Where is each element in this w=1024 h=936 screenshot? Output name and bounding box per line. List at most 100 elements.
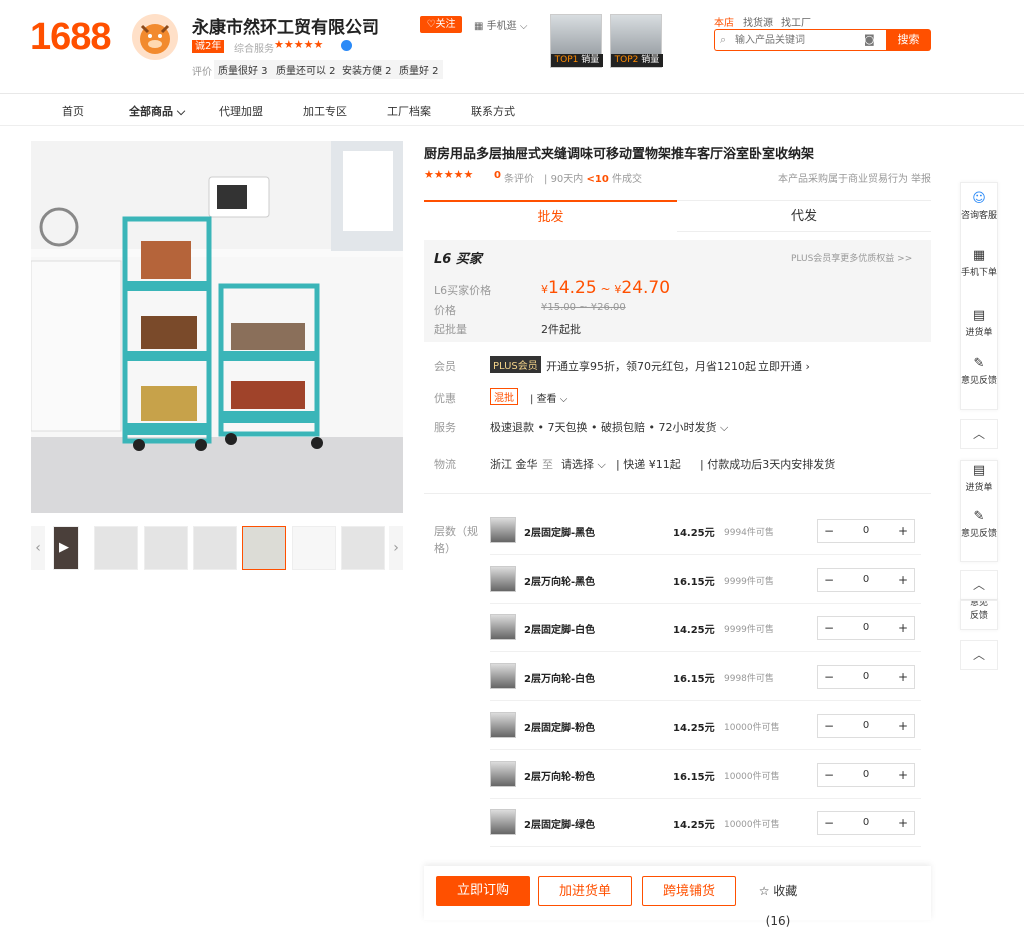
sku-thumb[interactable] [490,614,516,640]
quantity-value[interactable]: 0 [856,715,876,737]
nav-contact[interactable]: 联系方式 [471,103,515,119]
search-input[interactable] [735,30,885,50]
product-thumb[interactable] [292,526,336,570]
sku-thumb[interactable] [490,809,516,835]
quantity-value[interactable]: 0 [856,520,876,542]
product-main-image[interactable] [31,141,403,513]
review-label[interactable]: 条评价 [504,170,534,185]
product-thumb[interactable] [193,526,237,570]
nav-all-products[interactable]: 全部商品 ⌵ [129,103,185,119]
member-label: 会员 [434,360,456,373]
destination-select[interactable]: 请选择 ⌵ [561,456,606,472]
plus-icon[interactable]: + [892,666,914,688]
search-button[interactable]: 搜索 [886,29,931,51]
sku-thumb[interactable] [490,566,516,592]
plus-icon[interactable]: + [892,715,914,737]
ship-note: | 付款成功后3天内安排发货 [700,458,836,471]
eval-tag[interactable]: 质量还可以 2 [272,60,340,79]
report-link[interactable]: 举报 [911,170,931,185]
minus-icon[interactable]: − [818,812,840,834]
search-tab-source[interactable]: 找货源 [743,14,773,29]
product-thumb[interactable] [341,526,385,570]
feedback-button[interactable]: ✎ 意见反馈 [961,356,997,386]
nav-home[interactable]: 首页 [62,103,84,119]
back-to-top-button[interactable]: ︿ [960,640,998,670]
minus-icon[interactable]: − [818,569,840,591]
plus-open-link[interactable]: 立即开通 › [758,358,810,374]
tab-wholesale[interactable]: 批发 [424,200,677,232]
cross-border-button[interactable]: 跨境铺货 [642,876,736,906]
sku-thumb[interactable] [490,761,516,787]
chevron-down-icon[interactable]: ⌵ [366,14,375,29]
top-tag: TOP2 销量 [611,54,663,67]
search-tab-factory[interactable]: 找工厂 [781,14,811,29]
camera-icon[interactable]: ◙ [864,33,875,46]
mobile-browse-link[interactable]: ▦ 手机逛 ⌵ [474,17,527,32]
minus-icon[interactable]: − [818,715,840,737]
trade-note: 本产品采购属于商业贸易行为 [778,174,908,185]
sku-price: 14.25元 [673,820,715,831]
thumb-prev-icon[interactable]: ‹ [31,526,45,570]
sku-stock: 9999件可售 [724,625,774,635]
nav-processing[interactable]: 加工专区 [303,103,347,119]
product-thumb-selected[interactable] [242,526,286,570]
order-now-button[interactable]: 立即订购 [436,876,530,906]
add-to-cart-button[interactable]: 加进货单 [538,876,632,906]
service-text[interactable]: 极速退款 • 7天包换 • 破损包赔 • 72小时发货 ⌵ [490,419,728,435]
shop-rating-stars: ★★★★★ [274,38,324,51]
sku-thumb[interactable] [490,517,516,543]
nav-factory[interactable]: 工厂档案 [387,103,431,119]
row-divider [490,700,921,701]
back-to-top-button[interactable]: ︿ [960,570,998,600]
eval-tag[interactable]: 质量好 2 [395,60,443,79]
site-logo[interactable]: 1688 [30,16,112,59]
top-product-thumb[interactable]: TOP1 销量 [550,14,603,68]
shop-name[interactable]: 永康市然环工贸有限公司 [192,13,379,38]
search-tab-store[interactable]: 本店 [714,14,734,29]
minus-icon[interactable]: − [818,666,840,688]
sku-thumb[interactable] [490,712,516,738]
follow-button[interactable]: ♡关注 [420,16,462,33]
logistics-label: 物流 [434,458,456,471]
quantity-value[interactable]: 0 [856,812,876,834]
quantity-value[interactable]: 0 [856,569,876,591]
plus-icon[interactable]: + [892,617,914,639]
eval-tag[interactable]: 质量很好 3 [214,60,272,79]
cart-button[interactable]: ▤ 进货单 [961,463,997,493]
nav-agent[interactable]: 代理加盟 [219,103,263,119]
quantity-value[interactable]: 0 [856,666,876,688]
quantity-value[interactable]: 0 [856,617,876,639]
minus-icon[interactable]: − [818,617,840,639]
quantity-stepper: −0 + [817,811,915,835]
mobile-order-button[interactable]: ▦ 手机下单 [961,248,997,278]
minus-icon[interactable]: − [818,764,840,786]
row-divider [490,749,921,750]
plus-icon[interactable]: + [892,764,914,786]
promo-view[interactable]: | 查看 ⌵ [530,390,567,405]
top-product-thumb[interactable]: TOP2 销量 [610,14,663,68]
feedback-button[interactable]: ✎ 意见反馈 [961,509,997,539]
service-label: 服务 [434,421,456,434]
back-to-top-button[interactable]: ︿ [960,419,998,449]
thumb-next-icon[interactable]: › [389,526,403,570]
quantity-value[interactable]: 0 [856,764,876,786]
minus-icon[interactable]: − [818,520,840,542]
product-thumb[interactable] [144,526,188,570]
customer-service-button[interactable]: ☺ 咨询客服 [961,191,997,221]
spec-label: 层数（规格） [434,525,478,555]
cart-button[interactable]: ▤ 进货单 [961,308,997,338]
eval-tag[interactable]: 安装方便 2 [338,60,396,79]
sku-name: 2层万向轮-白色 [524,674,596,685]
eval-label: 评价 [192,67,212,78]
plus-icon[interactable]: + [892,812,914,834]
review-count[interactable]: 0 [494,170,501,181]
product-thumb[interactable] [94,526,138,570]
plus-icon[interactable]: + [892,569,914,591]
sku-thumb[interactable] [490,663,516,689]
favorite-button[interactable]: ☆ 收藏(16) [748,876,808,928]
plus-icon[interactable]: + [892,520,914,542]
video-thumb[interactable]: ▶ [53,526,79,570]
plus-benefits-link[interactable]: PLUS会员享更多优质权益 >> [791,251,912,264]
feedback-button[interactable]: 意见反馈 [969,601,989,623]
tab-dropship[interactable]: 代发 [677,200,931,232]
